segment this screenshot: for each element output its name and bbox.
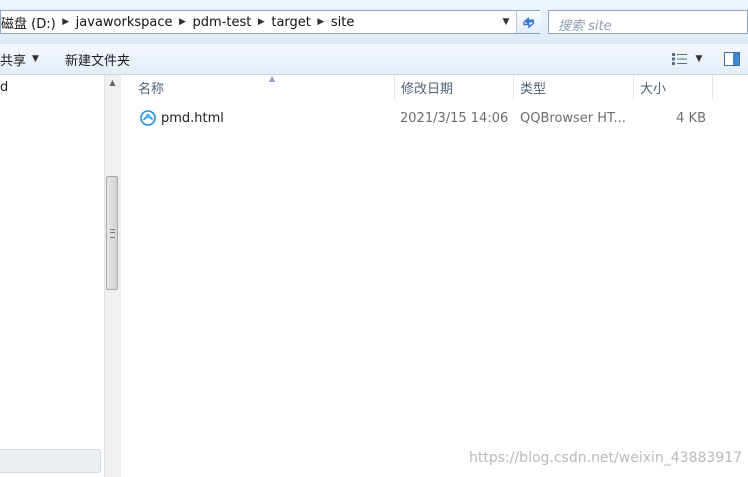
column-header-name-label: 名称 [138,82,165,97]
scrollbar-thumb[interactable] [106,176,118,290]
navigation-scrollbar[interactable]: ▲ [104,75,120,477]
preview-pane-icon [724,52,740,66]
scroll-up-icon[interactable]: ▲ [105,75,120,90]
column-header-size[interactable]: 大小 [633,75,713,100]
breadcrumb-separator-icon[interactable]: ▶ [257,17,265,27]
breadcrumb: 磁盘 (D:) ▶ javaworkspace ▶ pdm-test ▶ tar… [1,11,360,33]
sort-ascending-icon: ▲ [269,74,276,83]
view-list-icon [671,53,687,65]
watermark: https://blog.csdn.net/weixin_43883917 [469,450,743,466]
column-header-size-label: 大小 [640,82,667,97]
breadcrumb-drive[interactable]: 磁盘 (D:) [1,13,62,32]
share-button[interactable]: 共享 ▼ [0,44,39,74]
address-bar[interactable]: 磁盘 (D:) ▶ javaworkspace ▶ pdm-test ▶ tar… [0,10,541,34]
breadcrumb-separator-icon[interactable]: ▶ [317,17,325,27]
breadcrumb-pdm-test[interactable]: pdm-test [193,15,258,30]
file-type: QQBrowser HT... [520,110,626,126]
breadcrumb-javaworkspace[interactable]: javaworkspace [76,15,179,30]
refresh-icon [523,17,535,29]
file-row[interactable]: pmd.html 2021/3/15 14:06 QQBrowser HT...… [121,106,748,130]
nav-item-selected[interactable] [0,449,101,473]
new-folder-label: 新建文件夹 [65,53,131,69]
new-folder-button[interactable]: 新建文件夹 [65,44,130,74]
nav-item-partial[interactable]: d [0,80,8,95]
file-size: 4 KB [676,110,706,126]
file-list[interactable]: 名称 ▲ 修改日期 类型 大小 pmd.html 2021/3/15 14:06… [121,74,748,477]
grip-icon [110,229,115,238]
view-options-button[interactable]: ▼ [667,44,707,74]
refresh-button[interactable] [516,11,541,33]
file-date: 2021/3/15 14:06 [400,110,509,126]
column-header-name[interactable]: 名称 ▲ [131,74,395,100]
preview-pane-button[interactable] [722,44,742,74]
chevron-down-icon: ▼ [695,54,703,64]
share-button-label: 共享 [0,53,27,69]
column-header-date[interactable]: 修改日期 [394,75,514,100]
command-bar: 共享 ▼ 新建文件夹 ▼ [0,44,748,75]
file-name-cell: pmd.html [140,106,224,130]
column-header-date-label: 修改日期 [401,82,454,97]
address-history-dropdown-icon[interactable]: ▼ [497,11,515,33]
breadcrumb-target[interactable]: target [271,15,317,30]
breadcrumb-site[interactable]: site [331,15,360,30]
navigation-pane[interactable]: d [0,75,104,477]
breadcrumb-separator-icon[interactable]: ▶ [62,17,70,27]
breadcrumb-separator-icon[interactable]: ▶ [179,17,187,27]
file-name[interactable]: pmd.html [161,111,224,126]
browser-html-icon [140,110,156,126]
column-header-type-label: 类型 [520,82,547,97]
search-input[interactable]: 搜索 site [548,10,748,34]
address-row: 磁盘 (D:) ▶ javaworkspace ▶ pdm-test ▶ tar… [0,0,748,44]
column-headers: 名称 ▲ 修改日期 类型 大小 [121,74,748,100]
column-header-type[interactable]: 类型 [513,75,634,100]
chevron-down-icon: ▼ [32,54,39,64]
search-placeholder: 搜索 site [558,19,612,34]
